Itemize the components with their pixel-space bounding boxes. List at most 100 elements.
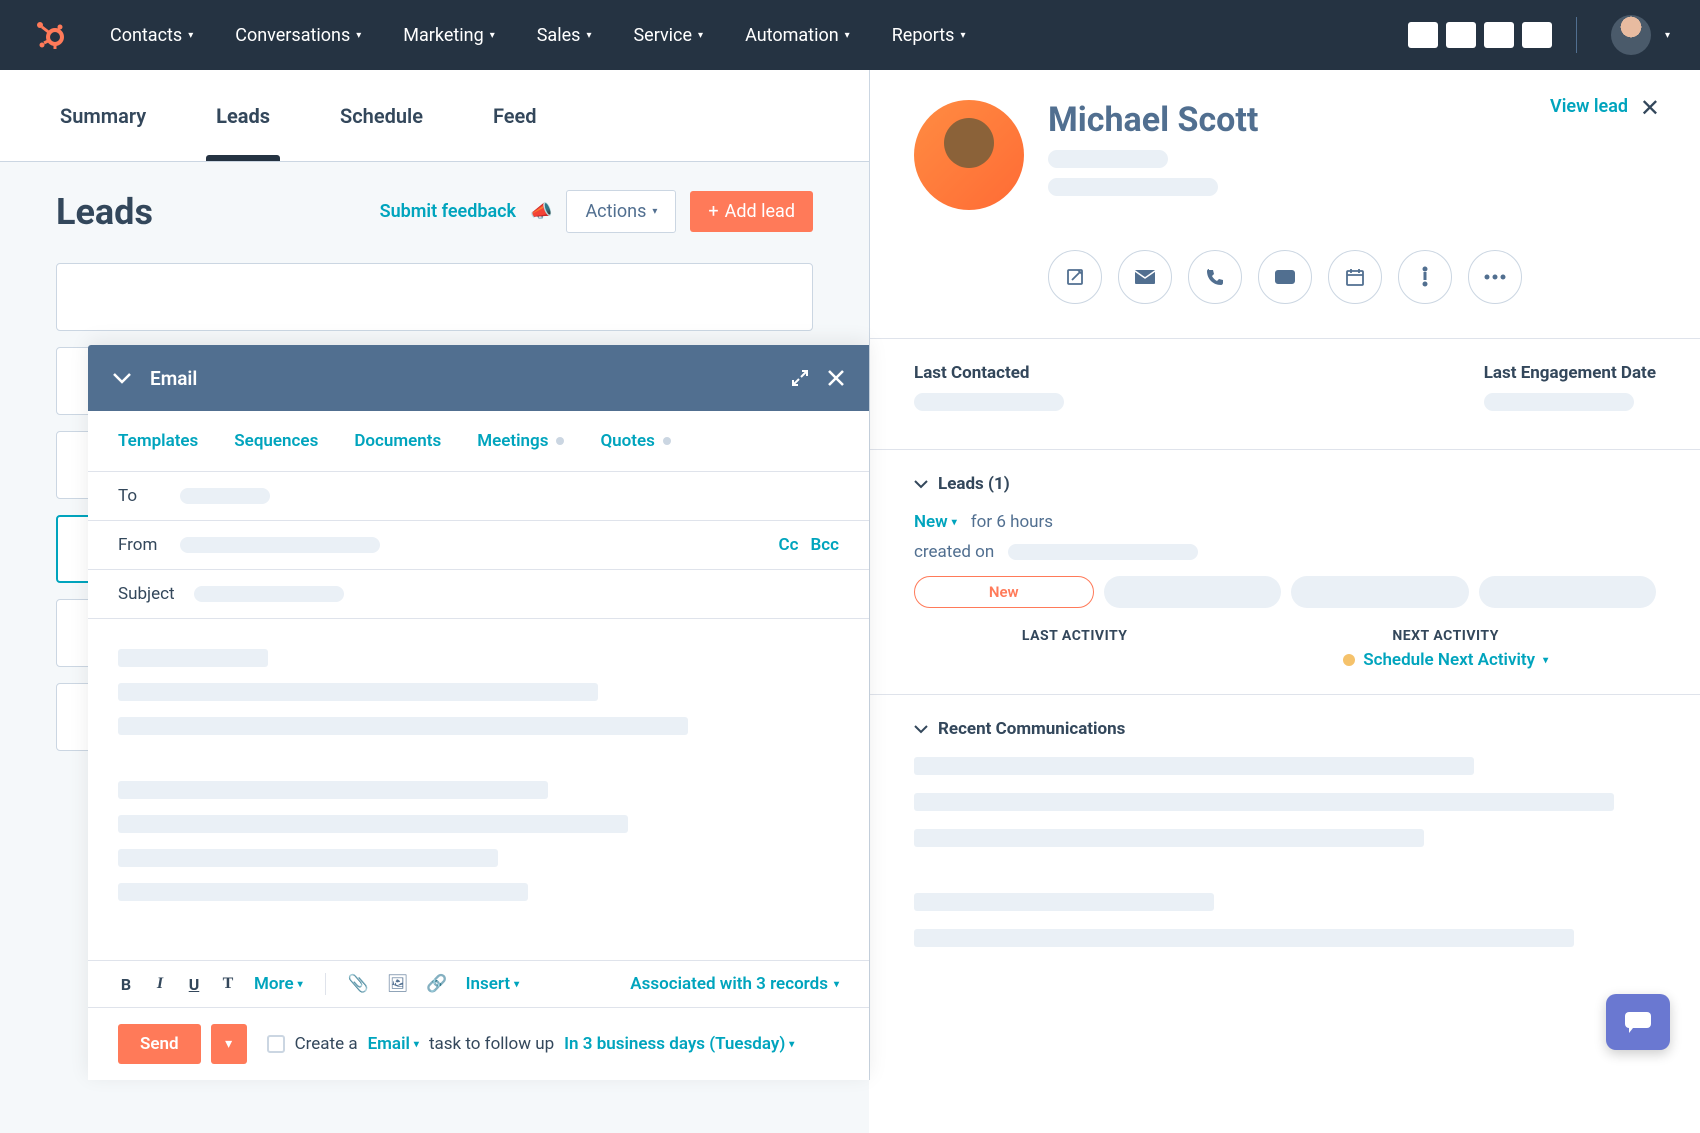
more-icon[interactable] <box>1468 250 1522 304</box>
email-body[interactable] <box>88 619 869 960</box>
image-icon[interactable]: 🖼 <box>387 974 409 994</box>
bcc-link[interactable]: Bcc <box>810 535 839 555</box>
chevron-down-icon[interactable]: ▾ <box>1665 30 1670 41</box>
communications-section: Recent Communications <box>870 694 1700 971</box>
to-value[interactable] <box>180 488 270 504</box>
close-icon[interactable]: ✕ <box>1640 94 1660 122</box>
info-row: Last Contacted Last Engagement Date <box>914 363 1656 411</box>
next-activity-col: NEXT ACTIVITY Schedule Next Activity ▾ <box>1343 628 1548 670</box>
body-line <box>118 717 688 735</box>
send-options-button[interactable]: ▾ <box>211 1024 247 1064</box>
nav-util-3[interactable] <box>1484 22 1514 48</box>
tab-summary[interactable]: Summary <box>60 72 146 160</box>
from-field-row: From Cc Bcc <box>88 521 869 569</box>
quotes-tab[interactable]: Quotes <box>600 431 670 451</box>
user-avatar[interactable] <box>1611 15 1651 55</box>
underline-button[interactable]: U <box>186 975 202 994</box>
last-engagement-value <box>1484 393 1634 411</box>
status-duration: for 6 hours <box>971 512 1053 532</box>
format-bar: B I U T More▾ 📎 🖼 🔗 Insert▾ Associated w… <box>88 960 869 1007</box>
contact-subtitle-1 <box>1048 150 1168 168</box>
chevron-down-icon: ▾ <box>188 30 193 41</box>
nav-sales[interactable]: Sales▾ <box>537 25 592 46</box>
note-icon[interactable] <box>1048 250 1102 304</box>
send-button[interactable]: Send <box>118 1024 201 1064</box>
last-activity-col: LAST ACTIVITY <box>1022 628 1128 670</box>
communications-toggle[interactable]: Recent Communications <box>914 719 1656 739</box>
nav-contacts[interactable]: Contacts▾ <box>110 25 193 46</box>
nav-conversations[interactable]: Conversations▾ <box>235 25 361 46</box>
tab-schedule[interactable]: Schedule <box>340 72 423 160</box>
email-title: Email <box>150 367 773 390</box>
lead-card[interactable] <box>56 263 813 331</box>
tab-feed[interactable]: Feed <box>493 72 537 160</box>
stage-3[interactable] <box>1291 576 1469 608</box>
last-contacted-value <box>914 393 1064 411</box>
subject-label: Subject <box>118 584 194 604</box>
more-formatting[interactable]: More▾ <box>254 974 303 994</box>
schedule-next-activity[interactable]: Schedule Next Activity ▾ <box>1343 650 1548 670</box>
close-icon[interactable] <box>827 369 845 387</box>
body-line <box>118 883 528 901</box>
attachment-icon[interactable]: 📎 <box>348 974 369 994</box>
subject-value[interactable] <box>194 586 344 602</box>
email-header: Email <box>88 345 869 411</box>
text-format-button[interactable]: T <box>220 975 236 993</box>
expand-icon[interactable] <box>791 369 809 387</box>
from-value[interactable] <box>180 537 380 553</box>
chevron-down-icon <box>914 480 928 489</box>
documents-tab[interactable]: Documents <box>354 431 441 451</box>
chevron-down-icon: ▾ <box>789 1039 794 1050</box>
sequences-tab[interactable]: Sequences <box>234 431 318 451</box>
comm-line <box>914 893 1214 911</box>
to-field-row: To <box>88 472 869 521</box>
nav-automation[interactable]: Automation▾ <box>745 25 850 46</box>
leads-title: Leads <box>56 191 153 233</box>
chat-fab[interactable] <box>1606 994 1670 1050</box>
followup-time-select[interactable]: In 3 business days (Tuesday)▾ <box>564 1034 794 1054</box>
calendar-icon[interactable] <box>1328 250 1382 304</box>
insert-menu[interactable]: Insert▾ <box>466 974 520 994</box>
status-dropdown[interactable]: New▾ <box>914 512 957 532</box>
phone-icon[interactable] <box>1188 250 1242 304</box>
collapse-icon[interactable] <box>112 372 132 384</box>
last-activity-label: LAST ACTIVITY <box>1022 628 1128 644</box>
view-lead-link[interactable]: View lead <box>1550 96 1628 117</box>
contact-avatar[interactable] <box>914 100 1024 210</box>
stage-new[interactable]: New <box>914 576 1094 608</box>
screen-icon[interactable] <box>1258 250 1312 304</box>
nav-service[interactable]: Service▾ <box>633 25 703 46</box>
link-icon[interactable]: 🔗 <box>426 974 447 994</box>
comm-line <box>914 929 1574 947</box>
email-icon[interactable] <box>1118 250 1172 304</box>
megaphone-icon: 📣 <box>530 201 552 222</box>
italic-button[interactable]: I <box>152 975 168 993</box>
task-type-select[interactable]: Email▾ <box>368 1034 419 1054</box>
from-label: From <box>118 535 180 555</box>
task-icon[interactable] <box>1398 250 1452 304</box>
submit-feedback-link[interactable]: Submit feedback <box>380 201 516 222</box>
leads-section-toggle[interactable]: Leads (1) <box>914 474 1656 494</box>
nav-reports[interactable]: Reports▾ <box>892 25 966 46</box>
tab-leads[interactable]: Leads <box>216 72 270 160</box>
nav-util-4[interactable] <box>1522 22 1552 48</box>
chevron-down-icon: ▾ <box>698 30 703 41</box>
stage-2[interactable] <box>1104 576 1282 608</box>
nav-util-2[interactable] <box>1446 22 1476 48</box>
chevron-down-icon: ▾ <box>514 979 519 990</box>
meetings-tab[interactable]: Meetings <box>477 431 564 451</box>
cc-link[interactable]: Cc <box>778 535 798 555</box>
chevron-down-icon: ▾ <box>834 979 839 990</box>
bold-button[interactable]: B <box>118 975 134 994</box>
add-lead-button[interactable]: +Add lead <box>690 191 813 232</box>
nav-util-1[interactable] <box>1408 22 1438 48</box>
associated-records[interactable]: Associated with 3 records▾ <box>630 974 839 994</box>
nav-marketing[interactable]: Marketing▾ <box>403 25 494 46</box>
followup-checkbox[interactable] <box>267 1035 285 1053</box>
actions-button[interactable]: Actions▾ <box>566 190 676 233</box>
dot-icon <box>663 437 671 445</box>
logo[interactable] <box>30 15 70 55</box>
followup-label: task to follow up <box>429 1034 554 1054</box>
stage-4[interactable] <box>1479 576 1657 608</box>
templates-tab[interactable]: Templates <box>118 431 198 451</box>
